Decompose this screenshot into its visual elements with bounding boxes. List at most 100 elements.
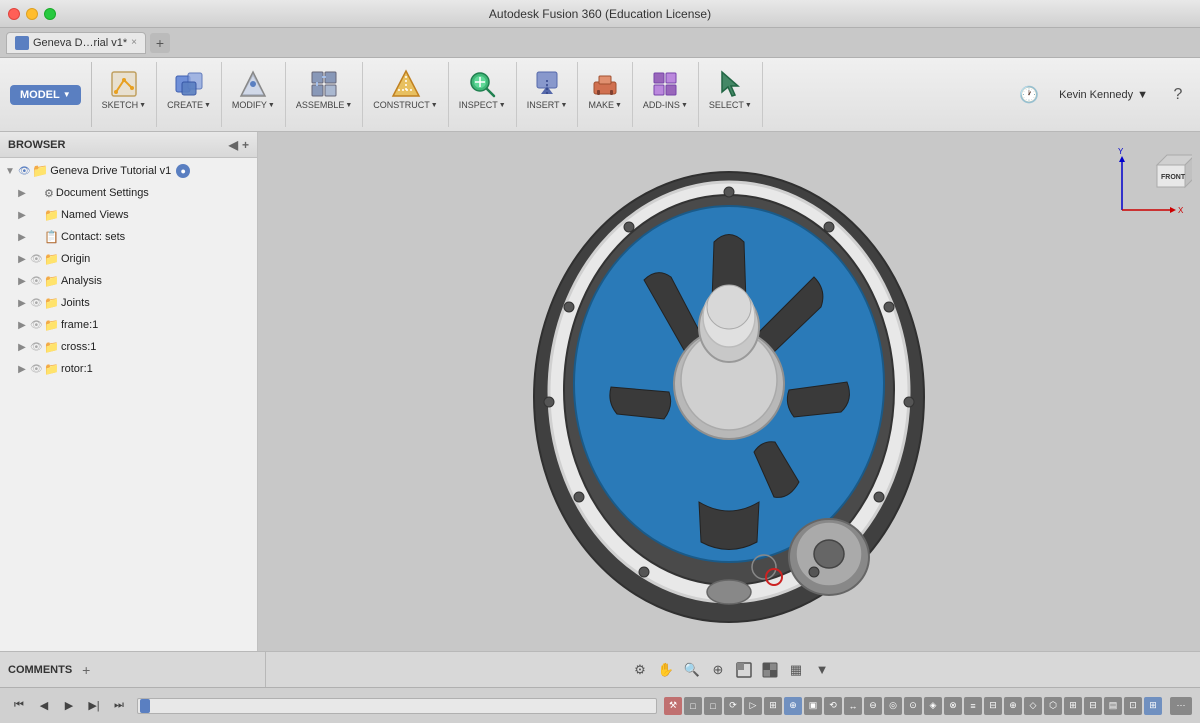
anim-icon-9[interactable]: ⟲ [824, 697, 842, 715]
anim-icon-11[interactable]: ⊖ [864, 697, 882, 715]
visibility-icon-origin[interactable]: 👁 [30, 254, 42, 265]
anim-icon-2[interactable]: □ [684, 697, 702, 715]
anim-play-button[interactable]: ▶ [58, 695, 80, 717]
modify-tool[interactable]: MODIFY ▼ [228, 66, 279, 112]
inspect-tool[interactable]: INSPECT ▼ [455, 66, 510, 112]
pan-tool-button[interactable]: ✋ [655, 659, 677, 681]
toolbar-sketch-section: SKETCH ▼ [92, 62, 157, 127]
viewport[interactable]: Y X FRONT [258, 132, 1200, 651]
create-tool[interactable]: CREATE ▼ [163, 66, 215, 112]
expand-icon-cross: ▶ [16, 342, 28, 353]
view-options-button[interactable]: ▼ [811, 659, 833, 681]
insert-tool[interactable]: INSERT ▼ [523, 66, 572, 112]
anim-icon-8[interactable]: ▣ [804, 697, 822, 715]
expand-icon-root: ▼ [4, 166, 16, 177]
construct-tool[interactable]: CONSTRUCT ▼ [369, 66, 441, 112]
anim-icon-end[interactable]: ⋯ [1170, 697, 1192, 715]
addins-tool[interactable]: ADD-INS ▼ [639, 66, 692, 112]
anim-to-start-button[interactable]: ⏮ [8, 695, 30, 717]
help-button[interactable]: ? [1164, 81, 1192, 109]
zoom-fit-button[interactable]: ⊕ [707, 659, 729, 681]
sketch-tool-main[interactable]: SKETCH ▼ [98, 66, 150, 112]
modify-items: MODIFY ▼ [228, 66, 279, 112]
anim-icon-16[interactable]: ≡ [964, 697, 982, 715]
visibility-icon-rotor[interactable]: 👁 [30, 364, 42, 375]
anim-icon-5[interactable]: ▷ [744, 697, 762, 715]
visibility-icon-frame[interactable]: 👁 [30, 320, 42, 331]
anim-icon-20[interactable]: ⬡ [1044, 697, 1062, 715]
browser-item-rotor[interactable]: ▶ 👁 📁 rotor:1 [0, 358, 257, 380]
comments-section: COMMENTS + [8, 652, 266, 687]
make-tool[interactable]: MAKE ▼ [584, 66, 625, 112]
user-name: Kevin Kennedy [1059, 89, 1133, 101]
browser-item-joints[interactable]: ▶ 👁 📁 Joints [0, 292, 257, 314]
select-tool[interactable]: SELECT ▼ [705, 66, 756, 112]
origin-label: Origin [61, 253, 90, 265]
active-tab[interactable]: Geneva D…rial v1* × [6, 32, 146, 54]
anim-icon-21[interactable]: ⊞ [1064, 697, 1082, 715]
toolbar-make-section: MAKE ▼ [578, 62, 632, 127]
anim-icon-24[interactable]: ⊡ [1124, 697, 1142, 715]
anim-icon-25[interactable]: ⊞ [1144, 697, 1162, 715]
view-mode-button[interactable] [733, 659, 755, 681]
visibility-icon-cross[interactable]: 👁 [30, 342, 42, 353]
new-tab-button[interactable]: + [150, 33, 170, 53]
browser-item-namedviews[interactable]: ▶ 📁 Named Views [0, 204, 257, 226]
tab-close-button[interactable]: × [131, 37, 137, 48]
visibility-icon-analysis[interactable]: 👁 [30, 276, 42, 287]
anim-icon-12[interactable]: ◎ [884, 697, 902, 715]
assemble-label: ASSEMBLE ▼ [296, 100, 352, 110]
browser-item-contactsets[interactable]: ▶ 📋 Contact: sets [0, 226, 257, 248]
browser-item-cross[interactable]: ▶ 👁 📁 cross:1 [0, 336, 257, 358]
close-button[interactable] [8, 8, 20, 20]
right-toolbar: 🕐 Kevin Kennedy ▼ ? [1007, 62, 1200, 127]
zoom-in-button[interactable]: 🔍 [681, 659, 703, 681]
sketch-items: SKETCH ▼ [98, 66, 150, 112]
browser-item-root[interactable]: ▼ 👁 📁 Geneva Drive Tutorial v1 ● [0, 160, 257, 182]
grid-button[interactable]: ▦ [785, 659, 807, 681]
toolbar-mode-section: MODEL ▼ [0, 62, 92, 127]
anim-next-button[interactable]: ▶| [83, 695, 105, 717]
insert-icon [531, 68, 563, 100]
view-mode-icon [735, 661, 753, 679]
analysis-label: Analysis [61, 275, 102, 287]
animbar: ⏮ ◀ ▶ ▶| ⏭ ⚒ □ □ ⟳ ▷ ⊞ ⊕ ▣ ⟲ ↔ ⊖ ◎ ⊙ ◈ ⊗… [0, 687, 1200, 723]
anim-icon-17[interactable]: ⊟ [984, 697, 1002, 715]
anim-icon-14[interactable]: ◈ [924, 697, 942, 715]
anim-icon-7[interactable]: ⊕ [784, 697, 802, 715]
display-mode-button[interactable] [759, 659, 781, 681]
user-area[interactable]: Kevin Kennedy ▼ [1051, 89, 1156, 101]
clock-button[interactable]: 🕐 [1015, 81, 1043, 109]
anim-icon-15[interactable]: ⊗ [944, 697, 962, 715]
assemble-tool[interactable]: ASSEMBLE ▼ [292, 66, 356, 112]
browser-item-origin[interactable]: ▶ 👁 📁 Origin [0, 248, 257, 270]
maximize-button[interactable] [44, 8, 56, 20]
visibility-icon-joints[interactable]: 👁 [30, 298, 42, 309]
anim-prev-button[interactable]: ◀ [33, 695, 55, 717]
settings-tool-button[interactable]: ⚙ [629, 659, 651, 681]
anim-icon-13[interactable]: ⊙ [904, 697, 922, 715]
anim-icon-23[interactable]: ▤ [1104, 697, 1122, 715]
anim-icon-22[interactable]: ⊟ [1084, 697, 1102, 715]
anim-icon-18[interactable]: ⊕ [1004, 697, 1022, 715]
timeline-track[interactable] [137, 698, 657, 714]
model-mode-button[interactable]: MODEL ▼ [10, 85, 81, 105]
anim-icon-1[interactable]: ⚒ [664, 697, 682, 715]
browser-item-docsettings[interactable]: ▶ ⚙ Document Settings [0, 182, 257, 204]
browser-item-analysis[interactable]: ▶ 👁 📁 Analysis [0, 270, 257, 292]
visibility-icon-root[interactable]: 👁 [18, 166, 30, 177]
browser-collapse-button[interactable]: ◀ [229, 138, 238, 152]
create-items: CREATE ▼ [163, 66, 215, 112]
toolbar: MODEL ▼ SKETCH ▼ [0, 58, 1200, 132]
anim-icon-4[interactable]: ⟳ [724, 697, 742, 715]
anim-to-end-button[interactable]: ⏭ [108, 695, 130, 717]
anim-icon-19[interactable]: ◇ [1024, 697, 1042, 715]
anim-icon-6[interactable]: ⊞ [764, 697, 782, 715]
anim-icon-3[interactable]: □ [704, 697, 722, 715]
viewcube[interactable]: Y X FRONT [1112, 140, 1192, 220]
browser-add-button[interactable]: + [242, 138, 249, 152]
anim-icon-10[interactable]: ↔ [844, 697, 862, 715]
minimize-button[interactable] [26, 8, 38, 20]
comments-add-icon[interactable]: + [82, 662, 90, 678]
browser-item-frame[interactable]: ▶ 👁 📁 frame:1 [0, 314, 257, 336]
